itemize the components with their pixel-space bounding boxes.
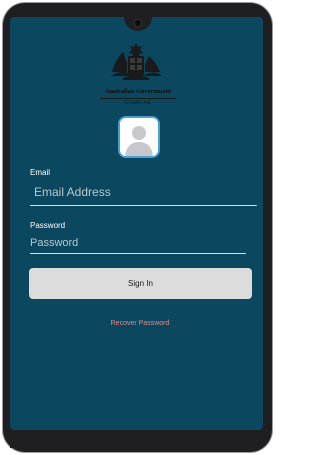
sign-in-button[interactable]: Sign In — [29, 268, 252, 299]
organization-subtitle: COMCAR — [124, 100, 152, 106]
front-camera-icon — [133, 18, 143, 28]
organization-name: Australian Government — [104, 88, 172, 95]
user-avatar-icon — [120, 118, 158, 156]
device-bottom-bezel — [10, 430, 263, 448]
recover-password-link[interactable]: Recover Password — [95, 320, 185, 327]
password-field[interactable] — [30, 235, 245, 251]
user-avatar[interactable] — [120, 118, 158, 156]
password-label: Password — [30, 221, 66, 230]
coat-of-arms-icon — [111, 43, 161, 80]
header-divider — [100, 98, 176, 99]
email-field[interactable] — [34, 183, 254, 201]
email-label: Email — [30, 168, 51, 177]
email-underline — [30, 205, 257, 206]
password-underline — [30, 253, 246, 254]
